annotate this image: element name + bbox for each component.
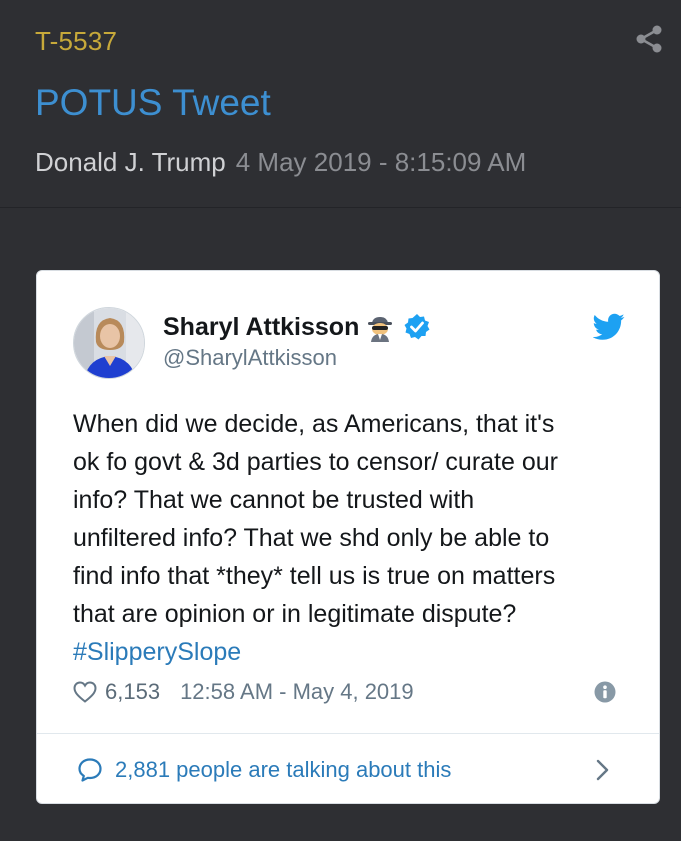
post-date: 4 May 2019 - 8:15:09 AM (235, 147, 527, 177)
spy-emoji-icon (368, 317, 393, 342)
hashtag-link[interactable]: #SlipperySlope (73, 633, 633, 671)
post-id: T-5537 (35, 26, 118, 56)
tweet-line: find info that *they* tell us is true on… (73, 562, 556, 590)
tweet-line: When did we decide, as Americans, that i… (73, 410, 555, 438)
conversation-count[interactable]: 2,881 people are talking about this (115, 757, 451, 783)
user-handle[interactable]: @SharylAttkisson (163, 345, 337, 371)
comment-bubble-icon (78, 758, 102, 782)
display-name[interactable]: Sharyl Attkisson (163, 313, 359, 342)
tweet-card[interactable]: Sharyl Attkisson @SharylAttkisson When d… (36, 270, 660, 804)
chevron-right-icon[interactable] (595, 757, 611, 783)
info-icon[interactable] (594, 681, 616, 703)
avatar-photo (74, 308, 144, 378)
tweet-text: When did we decide, as Americans, that i… (73, 405, 633, 671)
tweet-line: ok fo govt & 3d parties to censor/ curat… (73, 448, 558, 476)
post-author: Donald J. Trump (35, 147, 226, 177)
conversation-link[interactable]: 2,881 people are talking about this (77, 754, 451, 786)
post-title[interactable]: POTUS Tweet (35, 82, 271, 124)
card-divider (37, 733, 659, 734)
author-row: Sharyl Attkisson (163, 311, 431, 343)
like-count[interactable]: 6,153 (105, 679, 160, 705)
tweet-line: info? That we cannot be trusted with (73, 486, 475, 514)
twitter-bird-icon[interactable] (593, 313, 625, 341)
post-meta: Donald J. Trump 4 May 2019 - 8:15:09 AM (35, 147, 526, 178)
post-header: T-5537 POTUS Tweet Donald J. Trump 4 May … (0, 0, 681, 208)
share-icon[interactable] (634, 24, 664, 54)
tweet-stats: 6,153 12:58 AM - May 4, 2019 (73, 677, 414, 707)
tweet-line: unfiltered info? That we shd only be abl… (73, 524, 550, 552)
tweet-line: that are opinion or in legitimate disput… (73, 600, 517, 628)
verified-badge-icon (404, 314, 430, 340)
heart-icon[interactable] (73, 681, 97, 703)
tweet-timestamp[interactable]: 12:58 AM - May 4, 2019 (180, 679, 414, 705)
avatar[interactable] (73, 307, 145, 379)
